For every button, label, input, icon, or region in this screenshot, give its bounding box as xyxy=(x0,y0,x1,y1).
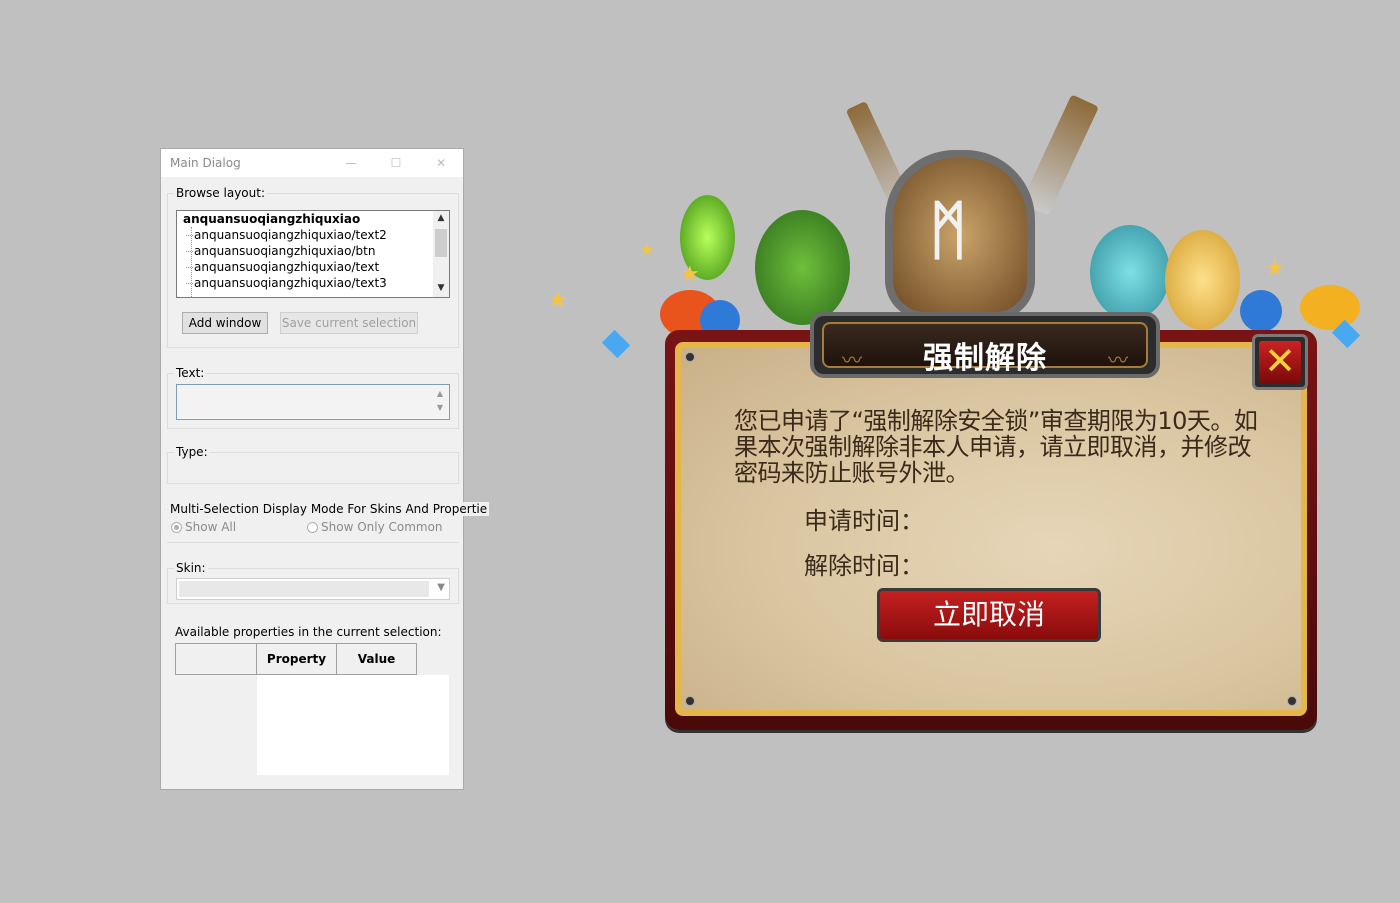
property-column-header[interactable]: Property xyxy=(256,643,337,675)
rivet-icon xyxy=(1287,696,1297,706)
layout-tree[interactable]: anquansuoqiangzhiquxiao anquansuoqiangzh… xyxy=(176,210,450,298)
dialog-title: Main Dialog xyxy=(170,156,241,170)
axe-icon xyxy=(1021,94,1099,216)
properties-group: Available properties in the current sele… xyxy=(167,625,459,781)
grid-corner-header xyxy=(175,643,257,675)
star-icon: ★ xyxy=(680,262,700,287)
maximize-button[interactable]: ☐ xyxy=(386,153,406,173)
party-popper-icon xyxy=(1300,285,1360,330)
text-scroll-icon: ▲ ▼ xyxy=(436,389,444,412)
browse-layout-label: Browse layout: xyxy=(174,186,267,200)
star-icon: ★ xyxy=(1265,256,1285,281)
popup-frame: 您已申请了“强制解除安全锁”审查期限为10天。如果本次强制解除非本人申请，请立即… xyxy=(665,330,1317,730)
scroll-down-icon[interactable]: ▼ xyxy=(433,281,449,295)
type-label: Type: xyxy=(174,445,210,459)
title-bar: Main Dialog — ☐ ✕ xyxy=(161,149,463,177)
skin-combo-value xyxy=(179,581,429,597)
skin-combo[interactable]: ▼ xyxy=(176,578,450,600)
chevron-down-icon[interactable]: ▼ xyxy=(437,582,445,593)
star-icon: ★ xyxy=(640,240,655,259)
scroll-thumb[interactable] xyxy=(435,229,447,257)
tree-item[interactable]: anquansuoqiangzhiquxiao/text2 xyxy=(186,228,387,242)
value-column-header[interactable]: Value xyxy=(336,643,417,675)
tree-item[interactable]: anquansuoqiangzhiquxiao/text xyxy=(185,260,379,274)
text-label: Text: xyxy=(174,366,207,380)
shield-emblem-icon: ᛗ xyxy=(885,150,1035,320)
minimize-button[interactable]: — xyxy=(341,153,361,173)
message-text: 您已申请了“强制解除安全锁”审查期限为10天。如果本次强制解除非本人申请，请立即… xyxy=(734,407,1258,487)
star-icon: ★ xyxy=(548,288,568,313)
save-selection-button[interactable]: Save current selection xyxy=(280,312,418,334)
release-time-label: 解除时间： xyxy=(804,552,924,580)
character-icon xyxy=(1165,230,1240,330)
property-grid[interactable]: Property Value xyxy=(175,643,449,775)
close-button[interactable]: ✕ xyxy=(431,153,451,173)
tree-connector-line xyxy=(191,227,192,297)
rivet-icon xyxy=(685,352,695,362)
text-group: Text: ▲ ▼ xyxy=(167,366,459,429)
skin-group: Skin: ▼ xyxy=(167,561,459,604)
popup-title: 强制解除 xyxy=(923,341,1047,376)
balloon-icon xyxy=(1240,290,1282,332)
type-group: Type: xyxy=(167,445,459,484)
character-icon xyxy=(1090,225,1170,320)
close-x-icon: ✕ xyxy=(1259,341,1301,383)
radio-selected-icon xyxy=(171,522,182,533)
properties-label: Available properties in the current sele… xyxy=(173,625,444,639)
title-banner: 〰 强制解除 〰 xyxy=(810,312,1160,378)
title-banner-inner: 〰 强制解除 〰 xyxy=(822,322,1148,376)
tree-root-item[interactable]: anquansuoqiangzhiquxiao xyxy=(183,212,360,226)
popup-close-button[interactable]: ✕ xyxy=(1252,334,1308,390)
character-icon xyxy=(755,210,850,325)
rivet-icon xyxy=(685,696,695,706)
multi-selection-group: Multi-Selection Display Mode For Skins A… xyxy=(167,502,490,543)
apply-time-label: 申请时间： xyxy=(804,507,924,535)
tree-scrollbar[interactable]: ▲ ▼ xyxy=(433,211,449,297)
parchment-panel: 您已申请了“强制解除安全锁”审查期限为10天。如果本次强制解除非本人申请，请立即… xyxy=(681,348,1301,710)
text-input[interactable]: ▲ ▼ xyxy=(176,384,450,420)
tree-item[interactable]: anquansuoqiangzhiquxiao/text3 xyxy=(186,276,387,290)
cancel-now-button[interactable]: 立即取消 xyxy=(877,588,1101,642)
ornament-right-icon: 〰 xyxy=(1108,348,1128,372)
popup-frame-border: 您已申请了“强制解除安全锁”审查期限为10天。如果本次强制解除非本人申请，请立即… xyxy=(675,342,1307,716)
skin-label: Skin: xyxy=(174,561,208,575)
game-popup: ᛗ ★ ★ ★ ★ 您已申请了“强制解除安全锁”审查期限为10天。如果本次强制解… xyxy=(540,90,1390,750)
scroll-up-icon[interactable]: ▲ xyxy=(433,211,449,225)
radio-unselected-icon xyxy=(307,522,318,533)
gem-icon xyxy=(601,329,631,359)
property-grid-body xyxy=(257,675,449,775)
multi-selection-label: Multi-Selection Display Mode For Skins A… xyxy=(168,502,490,516)
browse-layout-group: Browse layout: anquansuoqiangzhiquxiao a… xyxy=(167,186,459,348)
tree-item[interactable]: anquansuoqiangzhiquxiao/btn xyxy=(185,244,375,258)
show-all-radio[interactable]: Show All xyxy=(171,520,236,534)
main-dialog: Main Dialog — ☐ ✕ Browse layout: anquans… xyxy=(160,148,490,790)
add-window-button[interactable]: Add window xyxy=(182,312,268,334)
show-only-common-radio[interactable]: Show Only Common xyxy=(307,520,443,534)
